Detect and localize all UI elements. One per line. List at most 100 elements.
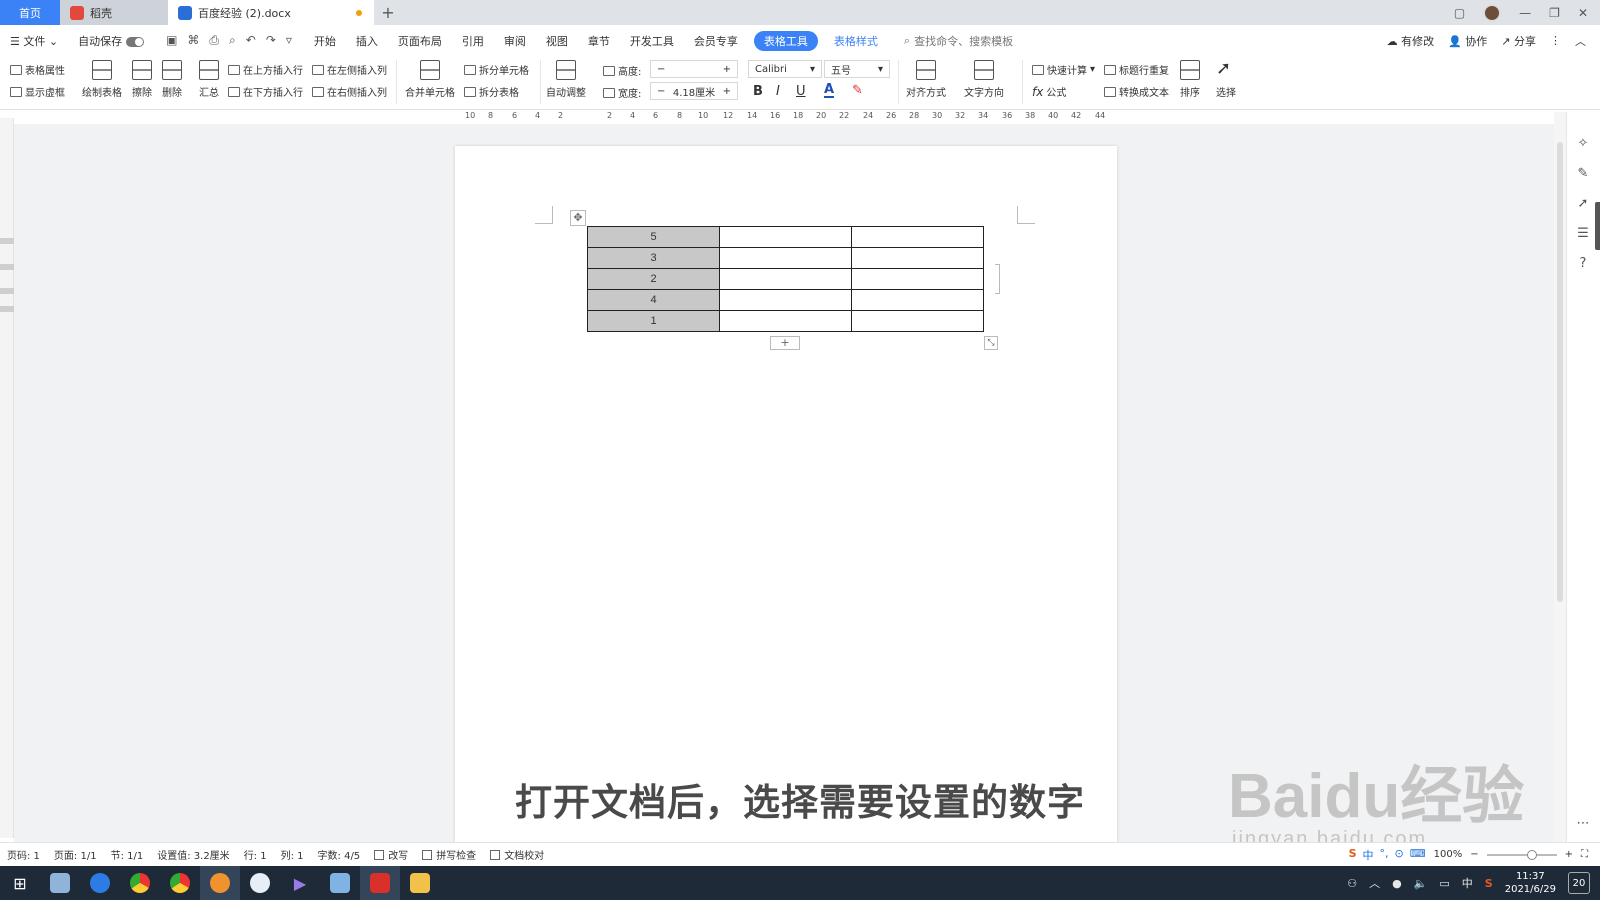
row-resize-bracket[interactable] (995, 264, 1000, 294)
table-cell-selected[interactable]: 5 (587, 226, 720, 248)
tab-table-style[interactable]: 表格样式 (824, 33, 888, 49)
taskbar-app-wps[interactable] (360, 866, 400, 900)
document-table[interactable]: 5 3 2 4 1 (587, 226, 984, 332)
volume-icon[interactable]: 🔈 (1414, 877, 1428, 890)
sliders-icon[interactable]: ☰ (1575, 226, 1591, 242)
zoom-slider[interactable] (1486, 849, 1557, 860)
proofread-toggle[interactable]: 文档校对 (483, 847, 551, 862)
highlight-icon[interactable]: ✎ (852, 83, 863, 98)
panel-collapse-tab[interactable] (1595, 202, 1600, 250)
print-icon[interactable]: ⎙ (209, 33, 219, 48)
italic-button[interactable]: I (776, 84, 780, 99)
taskbar-app-chrome-2[interactable] (160, 866, 200, 900)
repeat-header-button[interactable]: 标题行重复 (1104, 62, 1169, 77)
insert-right-button[interactable]: 在右侧插入列 (312, 84, 387, 99)
clock[interactable]: 11:37 2021/6/29 (1505, 870, 1556, 896)
input-method-bar[interactable]: S 中 °, ⊙ ⌨ (1349, 847, 1426, 863)
zoom-slider-knob[interactable] (1526, 849, 1537, 860)
modified-button[interactable]: ☁ 有修改 (1387, 33, 1435, 49)
plus-icon[interactable]: + (723, 86, 731, 97)
undo-icon[interactable]: ↶ (246, 33, 256, 48)
width-stepper[interactable]: −4.18厘米 + (650, 82, 738, 100)
layout-icon[interactable]: ▢ (1454, 6, 1465, 20)
close-icon[interactable]: ✕ (1578, 6, 1588, 20)
minus-icon[interactable]: − (657, 64, 665, 75)
show-grid-button[interactable]: 显示虚框 (10, 84, 65, 99)
table-cell-selected[interactable]: 1 (587, 310, 720, 332)
status-row[interactable]: 行: 1 (237, 847, 274, 862)
merge-cells-button[interactable]: 合并单元格 (405, 60, 455, 99)
menu-item-reference[interactable]: 引用 (452, 33, 494, 49)
taskbar-app-orange[interactable] (200, 866, 240, 900)
underline-button[interactable]: U (796, 84, 806, 99)
insert-above-button[interactable]: 在上方插入行 (228, 62, 303, 77)
status-pages[interactable]: 页面: 1/1 (47, 847, 104, 862)
customize-icon[interactable]: ▿ (286, 33, 292, 48)
zoom-value[interactable]: 100% (1434, 849, 1463, 860)
menu-item-member[interactable]: 会员专享 (684, 33, 748, 49)
minimize-icon[interactable]: — (1519, 6, 1531, 20)
horizontal-ruler[interactable]: 10 8 6 4 2 2 4 6 8 10 12 14 16 18 20 22 … (455, 110, 1115, 124)
menu-item-start[interactable]: 开始 (304, 33, 346, 49)
align-button[interactable]: 对齐方式 (906, 60, 946, 99)
scrollbar-thumb[interactable] (1557, 142, 1563, 602)
table-cell[interactable] (719, 247, 852, 269)
menu-item-insert[interactable]: 插入 (346, 33, 388, 49)
font-size-select[interactable]: 五号 ▾ (824, 60, 890, 78)
save-icon[interactable]: ▣ (166, 33, 177, 48)
taskbar-app-explorer[interactable] (320, 866, 360, 900)
taskbar-app-notes[interactable] (40, 866, 80, 900)
status-setting[interactable]: 设置值: 3.2厘米 (150, 847, 236, 862)
text-direction-button[interactable]: 文字方向 (964, 60, 1004, 99)
vertical-ruler[interactable] (0, 118, 14, 838)
taskbar-app-a[interactable] (240, 866, 280, 900)
sogou-tray-icon[interactable]: S (1485, 877, 1493, 890)
people-icon[interactable]: ⚇ (1347, 877, 1357, 890)
taskbar-app-feather[interactable] (80, 866, 120, 900)
format-painter-icon[interactable]: ⌘ (187, 33, 199, 48)
new-tab-button[interactable]: + (374, 0, 402, 25)
collapse-ribbon-icon[interactable]: ︿ (1575, 33, 1586, 49)
spell-check-toggle[interactable]: 拼写检查 (415, 847, 483, 862)
notification-button[interactable]: 20 (1568, 872, 1590, 894)
pen-icon[interactable]: ✎ (1575, 166, 1591, 182)
table-cell-selected[interactable]: 4 (587, 289, 720, 311)
menu-item-devtools[interactable]: 开发工具 (620, 33, 684, 49)
menu-item-review[interactable]: 审阅 (494, 33, 536, 49)
select-button[interactable]: ➚ 选择 (1216, 60, 1236, 100)
font-name-select[interactable]: Calibri ▾ (748, 60, 822, 78)
vertical-scrollbar[interactable] (1554, 112, 1566, 842)
taskbar-app-player[interactable]: ▶ (280, 866, 320, 900)
table-cell[interactable] (719, 289, 852, 311)
command-search[interactable]: ⌕ 查找命令、搜索模板 (888, 33, 1013, 49)
restore-icon[interactable]: ❐ (1549, 6, 1560, 20)
input-lang[interactable]: 中 (1462, 875, 1473, 891)
auto-adjust-button[interactable]: 自动调整 (546, 60, 586, 99)
formula-button[interactable]: fx 公式 (1032, 84, 1066, 100)
menu-item-layout[interactable]: 页面布局 (388, 33, 452, 49)
font-color-button[interactable]: A (824, 83, 835, 98)
network-icon[interactable]: ▭ (1439, 877, 1449, 890)
chevron-up-icon[interactable]: ︿ (1369, 875, 1380, 891)
quick-calc-button[interactable]: 快速计算 ▾ (1032, 62, 1095, 77)
print-preview-icon[interactable]: ⌕ (229, 33, 236, 48)
table-move-handle-icon[interactable]: ✥ (570, 210, 586, 226)
select-cursor-icon[interactable]: ➚ (1575, 196, 1591, 212)
table-cell-selected[interactable]: 3 (587, 247, 720, 269)
plus-icon[interactable]: + (723, 64, 731, 75)
add-row-button[interactable]: + (770, 336, 800, 350)
bold-button[interactable]: B (753, 84, 763, 99)
tab-docer[interactable]: 稻壳 (60, 0, 168, 25)
help-icon[interactable]: ? (1575, 256, 1591, 272)
table-cell[interactable] (719, 268, 852, 290)
revise-toggle[interactable]: 改写 (367, 847, 415, 862)
zoom-out-icon[interactable]: − (1470, 849, 1478, 860)
insert-left-button[interactable]: 在左侧插入列 (312, 62, 387, 77)
sort-button[interactable]: 排序 (1180, 60, 1200, 99)
minus-icon[interactable]: − (657, 86, 665, 97)
table-cell-selected[interactable]: 2 (587, 268, 720, 290)
tab-table-tools[interactable]: 表格工具 (753, 30, 818, 51)
share-button[interactable]: ↗ 分享 (1501, 33, 1536, 49)
draw-table-button[interactable]: 绘制表格 (82, 60, 122, 99)
taskbar-app-chrome[interactable] (120, 866, 160, 900)
